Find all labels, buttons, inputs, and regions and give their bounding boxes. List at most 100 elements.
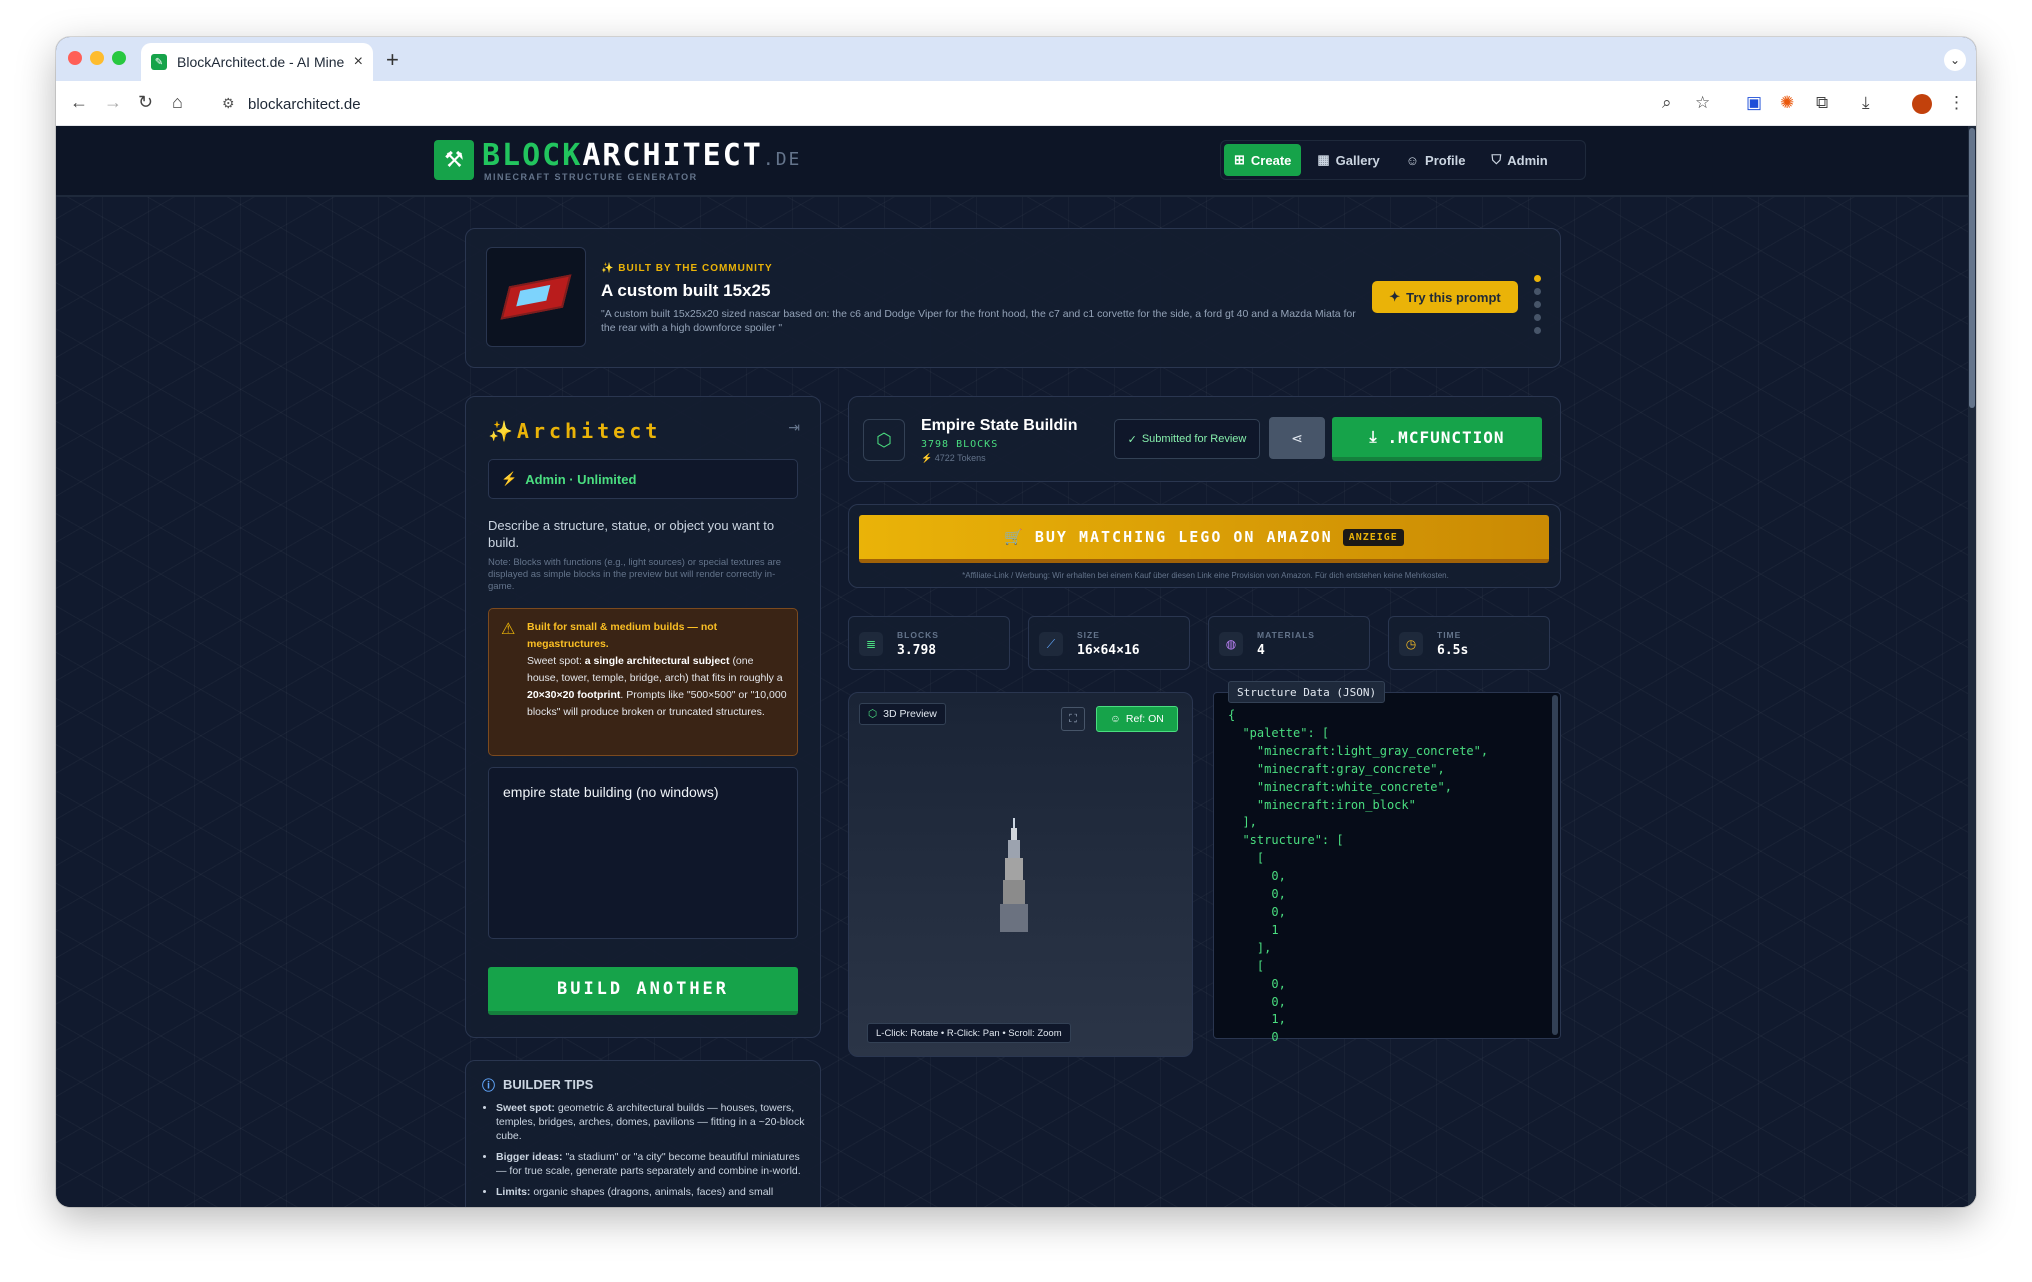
- preview-label-text: 3D Preview: [883, 708, 937, 720]
- architect-title: ✨Architect: [488, 419, 661, 443]
- plus-square-icon: ⊞: [1234, 152, 1245, 167]
- shield-icon: ⛉: [1491, 152, 1502, 167]
- site-settings-icon[interactable]: ⚙: [222, 95, 235, 112]
- brand-architect: ARCHITECT: [582, 138, 763, 173]
- tip-label: Bigger ideas:: [496, 1151, 563, 1163]
- json-panel[interactable]: { "palette": [ "minecraft:light_gray_con…: [1213, 692, 1561, 1044]
- url-text: blockarchitect.de: [248, 95, 361, 113]
- profile-avatar[interactable]: [1912, 94, 1932, 114]
- nav-gallery[interactable]: ▦ Gallery: [1307, 144, 1389, 176]
- browser-tab[interactable]: ✎ BlockArchitect.de - AI Minecr ×: [141, 43, 373, 81]
- result-title: Empire State Buildin: [921, 417, 1078, 434]
- reload-icon[interactable]: ↻: [138, 92, 153, 113]
- hammer-logo-icon[interactable]: ⚒: [434, 140, 474, 180]
- nav-admin[interactable]: ⛉ Admin: [1482, 144, 1558, 176]
- architect-note: Note: Blocks with functions (e.g., light…: [488, 557, 782, 592]
- amazon-lego-button[interactable]: 🛒 BUY MATCHING LEGO ON AMAZON ANZEIGE: [859, 515, 1549, 563]
- tab-close-icon[interactable]: ×: [354, 53, 363, 71]
- carousel-dot[interactable]: [1534, 327, 1541, 334]
- download-icon[interactable]: ⤓: [1862, 93, 1870, 113]
- tab-bar: ✎ BlockArchitect.de - AI Minecr × + ⌄: [56, 37, 1976, 81]
- stat-blocks: ≣ BLOCKS 3.798: [848, 616, 1010, 670]
- user-icon: ☺: [1110, 713, 1121, 725]
- builder-tips-card: ⓘ BUILDER TIPS Sweet spot: geometric & ar…: [465, 1060, 821, 1207]
- try-prompt-button[interactable]: ✦ Try this prompt: [1372, 281, 1518, 313]
- zoom-icon[interactable]: ⌕: [1662, 93, 1672, 113]
- bookmark-star-icon[interactable]: ☆: [1695, 93, 1710, 113]
- warning-footprint: 20×30×20 footprint: [527, 689, 621, 701]
- warning-subject: a single architectural subject: [584, 655, 730, 667]
- warning-title: Built for small & medium builds — not me…: [527, 621, 718, 650]
- extension-icon[interactable]: ▣: [1746, 93, 1762, 113]
- json-scrollbar[interactable]: [1552, 695, 1558, 1035]
- maximize-window-button[interactable]: [112, 51, 126, 65]
- brand-subtitle: MINECRAFT STRUCTURE GENERATOR: [484, 172, 698, 182]
- fullscreen-icon: ⛶: [1069, 712, 1077, 725]
- result-tokens-text: 4722 Tokens: [934, 453, 986, 463]
- site-favicon-icon: ✎: [151, 54, 167, 70]
- cube-icon: ⬡: [868, 708, 878, 720]
- warning-sweet-label: Sweet spot:: [527, 655, 582, 667]
- prompt-textarea[interactable]: empire state building (no windows): [488, 767, 798, 939]
- carousel-dot[interactable]: [1534, 301, 1541, 308]
- warning-body: Sweet spot: a single architectural subje…: [527, 653, 787, 721]
- build-another-button[interactable]: BUILD ANOTHER: [488, 967, 798, 1015]
- close-window-button[interactable]: [68, 51, 82, 65]
- menu-dots-icon[interactable]: ⋮: [1948, 93, 1965, 113]
- ref-toggle-button[interactable]: ☺ Ref: ON: [1096, 706, 1178, 732]
- ref-toggle-label: Ref: ON: [1125, 713, 1164, 725]
- sparkle-icon: ✨: [488, 419, 517, 443]
- carousel-dot[interactable]: [1534, 288, 1541, 295]
- nav-gallery-label: Gallery: [1335, 152, 1380, 168]
- fullscreen-button[interactable]: ⛶: [1061, 707, 1085, 731]
- site-header: ⚒ BLOCKARCHITECT.DE MINECRAFT STRUCTURE …: [56, 126, 1968, 197]
- featured-thumbnail[interactable]: [486, 247, 586, 347]
- bolt-icon: ⚡: [921, 453, 933, 463]
- carousel-dot[interactable]: [1534, 275, 1541, 282]
- share-button[interactable]: ⋖: [1269, 417, 1325, 459]
- address-bar[interactable]: ⚙ blockarchitect.de: [208, 87, 1718, 121]
- tab-title: BlockArchitect.de - AI Minecr: [177, 54, 344, 70]
- back-icon[interactable]: ←: [70, 92, 88, 113]
- carousel-dot[interactable]: [1534, 314, 1541, 321]
- try-prompt-label: Try this prompt: [1406, 289, 1501, 305]
- stat-value: 16×64×16: [1077, 643, 1140, 658]
- tab-search-chevron-icon[interactable]: ⌄: [1944, 49, 1966, 71]
- empire-state-model[interactable]: [999, 818, 1029, 933]
- tip-text: organic shapes (dragons, animals, faces)…: [533, 1186, 774, 1198]
- extensions-puzzle-icon[interactable]: ⧉: [1816, 93, 1828, 113]
- controls-hint: L-Click: Rotate • R-Click: Pan • Scroll:…: [867, 1023, 1071, 1043]
- brand-name[interactable]: BLOCKARCHITECT.DE: [482, 138, 801, 173]
- download-label: .MCFUNCTION: [1387, 427, 1505, 447]
- home-icon[interactable]: ⌂: [172, 92, 183, 113]
- user-icon: ☺: [1405, 152, 1420, 168]
- json-content[interactable]: { "palette": [ "minecraft:light_gray_con…: [1228, 707, 1488, 1047]
- nav-create[interactable]: ⊞ Create: [1224, 144, 1302, 176]
- minimize-window-button[interactable]: [90, 51, 104, 65]
- download-mcfunction-button[interactable]: ⤓ .MCFUNCTION: [1332, 417, 1542, 461]
- tip-item: Limits: organic shapes (dragons, animals…: [496, 1185, 806, 1199]
- car-model-image: [500, 274, 572, 320]
- tips-heading: ⓘ BUILDER TIPS: [482, 1075, 593, 1094]
- clock-icon: ◷: [1399, 632, 1423, 656]
- stat-size: ⟋ SIZE 16×64×16: [1028, 616, 1190, 670]
- magic-wand-icon: ✦: [1389, 289, 1401, 304]
- browser-window: ✎ BlockArchitect.de - AI Minecr × + ⌄ ← …: [56, 37, 1976, 1207]
- result-tokens: ⚡ 4722 Tokens: [921, 453, 986, 464]
- 3d-preview-panel[interactable]: ⬡ 3D Preview ⛶ ☺ Ref: ON L-Click: Rotate •…: [848, 692, 1193, 1057]
- tip-item: Sweet spot: geometric & architectural bu…: [496, 1101, 806, 1143]
- forward-icon[interactable]: →: [104, 92, 122, 113]
- stat-label: MATERIALS: [1257, 630, 1315, 640]
- nav-profile-label: Profile: [1425, 152, 1466, 168]
- featured-eyebrow: ✨ BUILT BY THE COMMUNITY: [601, 263, 773, 274]
- preview-label: ⬡ 3D Preview: [859, 703, 946, 725]
- tips-list: Sweet spot: geometric & architectural bu…: [496, 1101, 806, 1206]
- page-scrollbar[interactable]: [1968, 126, 1976, 1207]
- logout-icon[interactable]: ⇥: [788, 419, 800, 436]
- nav-profile[interactable]: ☺ Profile: [1396, 144, 1476, 176]
- json-panel-label: Structure Data (JSON): [1228, 681, 1386, 703]
- stat-value: 6.5s: [1437, 643, 1469, 658]
- new-tab-icon[interactable]: +: [386, 47, 399, 73]
- plan-badge: ⚡ Admin · Unlimited: [488, 459, 798, 499]
- claude-extension-icon[interactable]: ✺: [1780, 93, 1794, 113]
